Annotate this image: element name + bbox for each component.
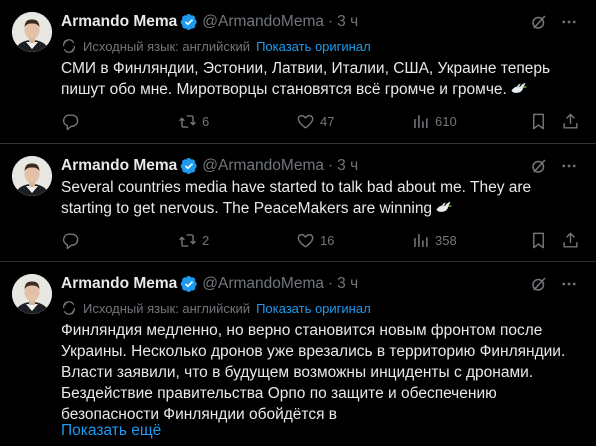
show-original-link[interactable]: Показать оригинал: [256, 301, 371, 316]
avatar[interactable]: [12, 274, 52, 314]
reply-button[interactable]: [61, 111, 85, 131]
repost-button[interactable]: 2: [178, 230, 209, 250]
show-more-link[interactable]: Показать ещё: [61, 422, 161, 440]
tweet-text: Several countries media have started to …: [61, 177, 581, 219]
views-button[interactable]: 358: [411, 230, 457, 250]
bookmark-button[interactable]: [529, 111, 548, 131]
verified-badge-icon: [180, 13, 198, 31]
repost-count: 6: [202, 113, 210, 129]
tweet-text-line: Украины. Несколько дронов уже врезались …: [61, 343, 566, 360]
tweet-text-line: Финляндия медленно, но верно становится …: [61, 322, 543, 339]
translation-notice: Исходный язык: английский Показать ориги…: [61, 37, 371, 55]
tweet-text-line: СМИ в Финляндии, Эстонии, Латвии, Италии…: [61, 60, 551, 77]
tweet-3[interactable]: Armando Mema @ArmandoMema · 3 ч Исходный…: [0, 262, 596, 446]
tweet-text-line: starting to get nervous. The PeaceMakers…: [61, 198, 581, 219]
like-icon: [296, 231, 315, 250]
more-icon[interactable]: [560, 157, 578, 175]
translation-label: Исходный язык: английский: [83, 38, 251, 54]
share-icon: [561, 231, 580, 250]
like-icon: [296, 112, 315, 131]
repost-count: 2: [202, 232, 210, 248]
tweet-header: Armando Mema @ArmandoMema · 3 ч: [61, 156, 358, 176]
views-button[interactable]: 610: [411, 111, 457, 131]
tweet-header: Armando Mema @ArmandoMema · 3 ч: [61, 274, 358, 294]
tweet-header: Armando Mema @ArmandoMema · 3 ч: [61, 12, 358, 32]
like-count: 16: [320, 232, 335, 248]
separator: ·: [327, 275, 334, 292]
tweet-text: Финляндия медленно, но верно становится …: [61, 320, 581, 425]
author-name[interactable]: Armando Mema: [61, 275, 177, 293]
timestamp[interactable]: 3 ч: [337, 157, 358, 175]
tweet-text-line: пишут обо мне. Миротворцы становятся всё…: [61, 79, 581, 100]
share-button[interactable]: [561, 111, 580, 131]
tweet-1[interactable]: Armando Mema @ArmandoMema · 3 ч Исходный…: [0, 0, 596, 144]
reply-icon: [61, 112, 80, 131]
translate-icon: [61, 300, 77, 316]
repost-icon: [178, 112, 197, 131]
author-name[interactable]: Armando Mema: [61, 13, 177, 31]
bookmark-icon: [529, 112, 548, 131]
grok-icon[interactable]: [530, 157, 548, 175]
repost-icon: [178, 231, 197, 250]
author-handle[interactable]: @ArmandoMema: [202, 157, 324, 175]
dove-emoji-icon: [435, 200, 452, 215]
reply-button[interactable]: [61, 230, 85, 250]
translation-label: Исходный язык: английский: [83, 300, 251, 316]
tweet-text-line: Several countries media have started to …: [61, 179, 532, 196]
show-original-link[interactable]: Показать оригинал: [256, 39, 371, 54]
tweet-text-line: Бездействие правительства Орпо по защите…: [61, 385, 497, 402]
avatar[interactable]: [12, 156, 52, 196]
author-handle[interactable]: @ArmandoMema: [202, 275, 324, 293]
share-button[interactable]: [561, 230, 580, 250]
views-count: 610: [435, 113, 457, 129]
dove-emoji-icon: [510, 81, 527, 96]
timestamp[interactable]: 3 ч: [337, 275, 358, 293]
separator: ·: [327, 13, 334, 30]
separator: ·: [327, 157, 334, 174]
reply-icon: [61, 231, 80, 250]
timestamp[interactable]: 3 ч: [337, 13, 358, 31]
tweet-text: СМИ в Финляндии, Эстонии, Латвии, Италии…: [61, 58, 581, 100]
more-icon[interactable]: [560, 275, 578, 293]
translation-notice: Исходный язык: английский Показать ориги…: [61, 299, 371, 317]
tweet-text-line: Власти заявили, что в будущем возможны и…: [61, 364, 534, 381]
views-count: 358: [435, 232, 457, 248]
action-bar: 2 16 358: [61, 230, 586, 250]
author-handle[interactable]: @ArmandoMema: [202, 13, 324, 31]
verified-badge-icon: [180, 157, 198, 175]
author-name[interactable]: Armando Mema: [61, 157, 177, 175]
bookmark-icon: [529, 231, 548, 250]
grok-icon[interactable]: [530, 13, 548, 31]
avatar[interactable]: [12, 12, 52, 52]
tweet-2[interactable]: Armando Mema @ArmandoMema · 3 ч Several …: [0, 144, 596, 262]
action-bar: 6 47 610: [61, 111, 586, 131]
like-button[interactable]: 16: [296, 230, 334, 250]
views-icon: [411, 231, 430, 250]
views-icon: [411, 112, 430, 131]
more-icon[interactable]: [560, 13, 578, 31]
grok-icon[interactable]: [530, 275, 548, 293]
like-button[interactable]: 47: [296, 111, 334, 131]
translate-icon: [61, 38, 77, 54]
verified-badge-icon: [180, 275, 198, 293]
bookmark-button[interactable]: [529, 230, 548, 250]
share-icon: [561, 112, 580, 131]
repost-button[interactable]: 6: [178, 111, 209, 131]
like-count: 47: [320, 113, 335, 129]
